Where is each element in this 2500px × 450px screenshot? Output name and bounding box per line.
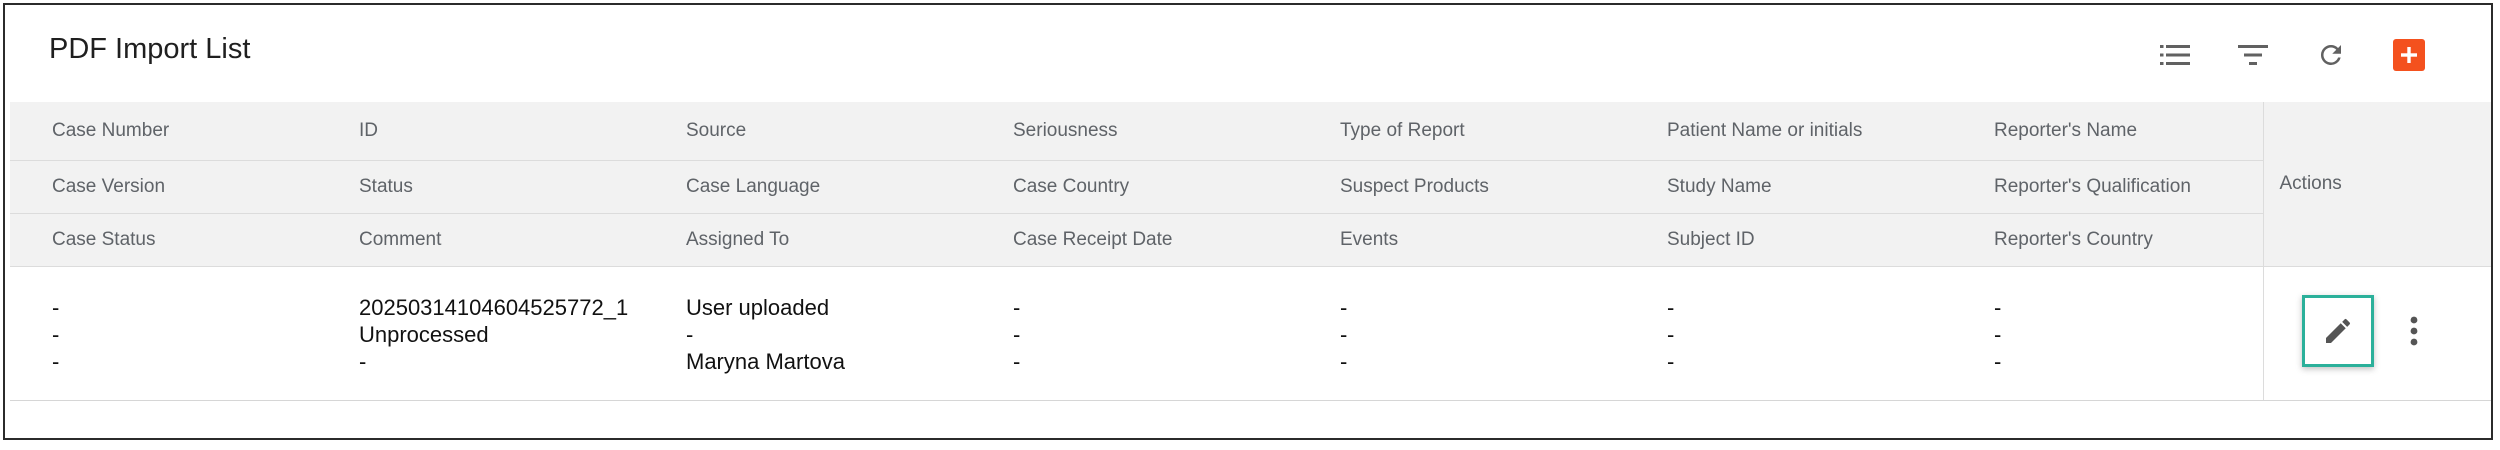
cell-reporters-name: - - - (1952, 266, 2263, 401)
column-header-actions: Actions (2262, 102, 2491, 267)
list-view-icon (2160, 45, 2190, 65)
id-value: 20250314104604525772_1 (359, 295, 629, 320)
case-language-value: - (686, 322, 694, 347)
reporters-name-value: - (1994, 295, 2002, 320)
column-header-case-country[interactable]: Case Country (971, 160, 1298, 214)
pencil-icon (2325, 318, 2350, 343)
column-header-id[interactable]: ID (317, 102, 644, 161)
column-header-reporters-country[interactable]: Reporter's Country (1952, 213, 2263, 267)
column-header-case-version[interactable]: Case Version (10, 160, 317, 214)
case-country-value: - (1013, 322, 1021, 347)
edit-button[interactable] (2301, 295, 2374, 367)
column-header-events[interactable]: Events (1298, 213, 1625, 267)
pdf-import-panel: PDF Import List Case Number ID Source Se… (3, 3, 2493, 440)
toolbar (2153, 33, 2431, 77)
column-header-source[interactable]: Source (644, 102, 971, 161)
column-header-suspect-products[interactable]: Suspect Products (1298, 160, 1625, 214)
table-row[interactable]: - - - 20250314104604525772_1 Unprocessed… (10, 266, 2491, 401)
patient-name-value: - (1667, 295, 1675, 320)
case-version-value: - (52, 322, 60, 347)
column-header-comment[interactable]: Comment (317, 213, 644, 267)
column-header-case-number[interactable]: Case Number (10, 102, 317, 161)
study-name-value: - (1667, 322, 1675, 347)
list-view-button[interactable] (2153, 33, 2197, 77)
cell-actions (2262, 266, 2491, 401)
comment-value: - (359, 349, 367, 374)
column-header-seriousness[interactable]: Seriousness (971, 102, 1298, 161)
column-header-assigned-to[interactable]: Assigned To (644, 213, 971, 267)
page-title: PDF Import List (49, 33, 251, 65)
type-of-report-value: - (1340, 295, 1348, 320)
more-options-button[interactable] (2402, 311, 2426, 351)
column-header-type-of-report[interactable]: Type of Report (1298, 102, 1625, 161)
cell-case-number: - - - (10, 266, 317, 401)
case-status-value: - (52, 349, 60, 374)
cell-type-of-report: - - - (1298, 266, 1625, 401)
column-header-patient-name[interactable]: Patient Name or initials (1625, 102, 1952, 161)
column-header-study-name[interactable]: Study Name (1625, 160, 1952, 214)
filter-button[interactable] (2231, 33, 2275, 77)
column-header-reporters-qualification[interactable]: Reporter's Qualification (1952, 160, 2263, 214)
add-icon (2393, 39, 2425, 71)
cell-patient-name: - - - (1625, 266, 1952, 401)
cell-seriousness: - - - (971, 266, 1298, 401)
add-button[interactable] (2387, 33, 2431, 77)
column-header-case-receipt-date[interactable]: Case Receipt Date (971, 213, 1298, 267)
status-value: Unprocessed (359, 322, 489, 347)
reporters-qualification-value: - (1994, 322, 2002, 347)
column-header-case-status[interactable]: Case Status (10, 213, 317, 267)
filter-icon (2238, 45, 2268, 65)
reporters-country-value: - (1994, 349, 2002, 374)
more-vert-icon (2410, 316, 2417, 346)
header-row-3: Case Status Comment Assigned To Case Rec… (10, 213, 2491, 267)
seriousness-value: - (1013, 295, 1021, 320)
case-receipt-date-value: - (1013, 349, 1021, 374)
header-row-1: Case Number ID Source Seriousness Type o… (10, 102, 2491, 267)
refresh-button[interactable] (2309, 33, 2353, 77)
subject-id-value: - (1667, 349, 1675, 374)
column-header-subject-id[interactable]: Subject ID (1625, 213, 1952, 267)
case-number-value: - (52, 295, 60, 320)
suspect-products-value: - (1340, 322, 1348, 347)
header-row-2: Case Version Status Case Language Case C… (10, 160, 2491, 214)
column-header-status[interactable]: Status (317, 160, 644, 214)
column-header-reporters-name[interactable]: Reporter's Name (1952, 102, 2263, 161)
column-header-case-language[interactable]: Case Language (644, 160, 971, 214)
assigned-to-value: Maryna Martova (686, 349, 845, 374)
source-value: User uploaded (686, 295, 830, 320)
pdf-import-table: Case Number ID Source Seriousness Type o… (10, 102, 2491, 401)
events-value: - (1340, 349, 1348, 374)
cell-id: 20250314104604525772_1 Unprocessed - (317, 266, 644, 401)
refresh-icon (2320, 44, 2341, 65)
cell-source: User uploaded - Maryna Martova (644, 266, 971, 401)
